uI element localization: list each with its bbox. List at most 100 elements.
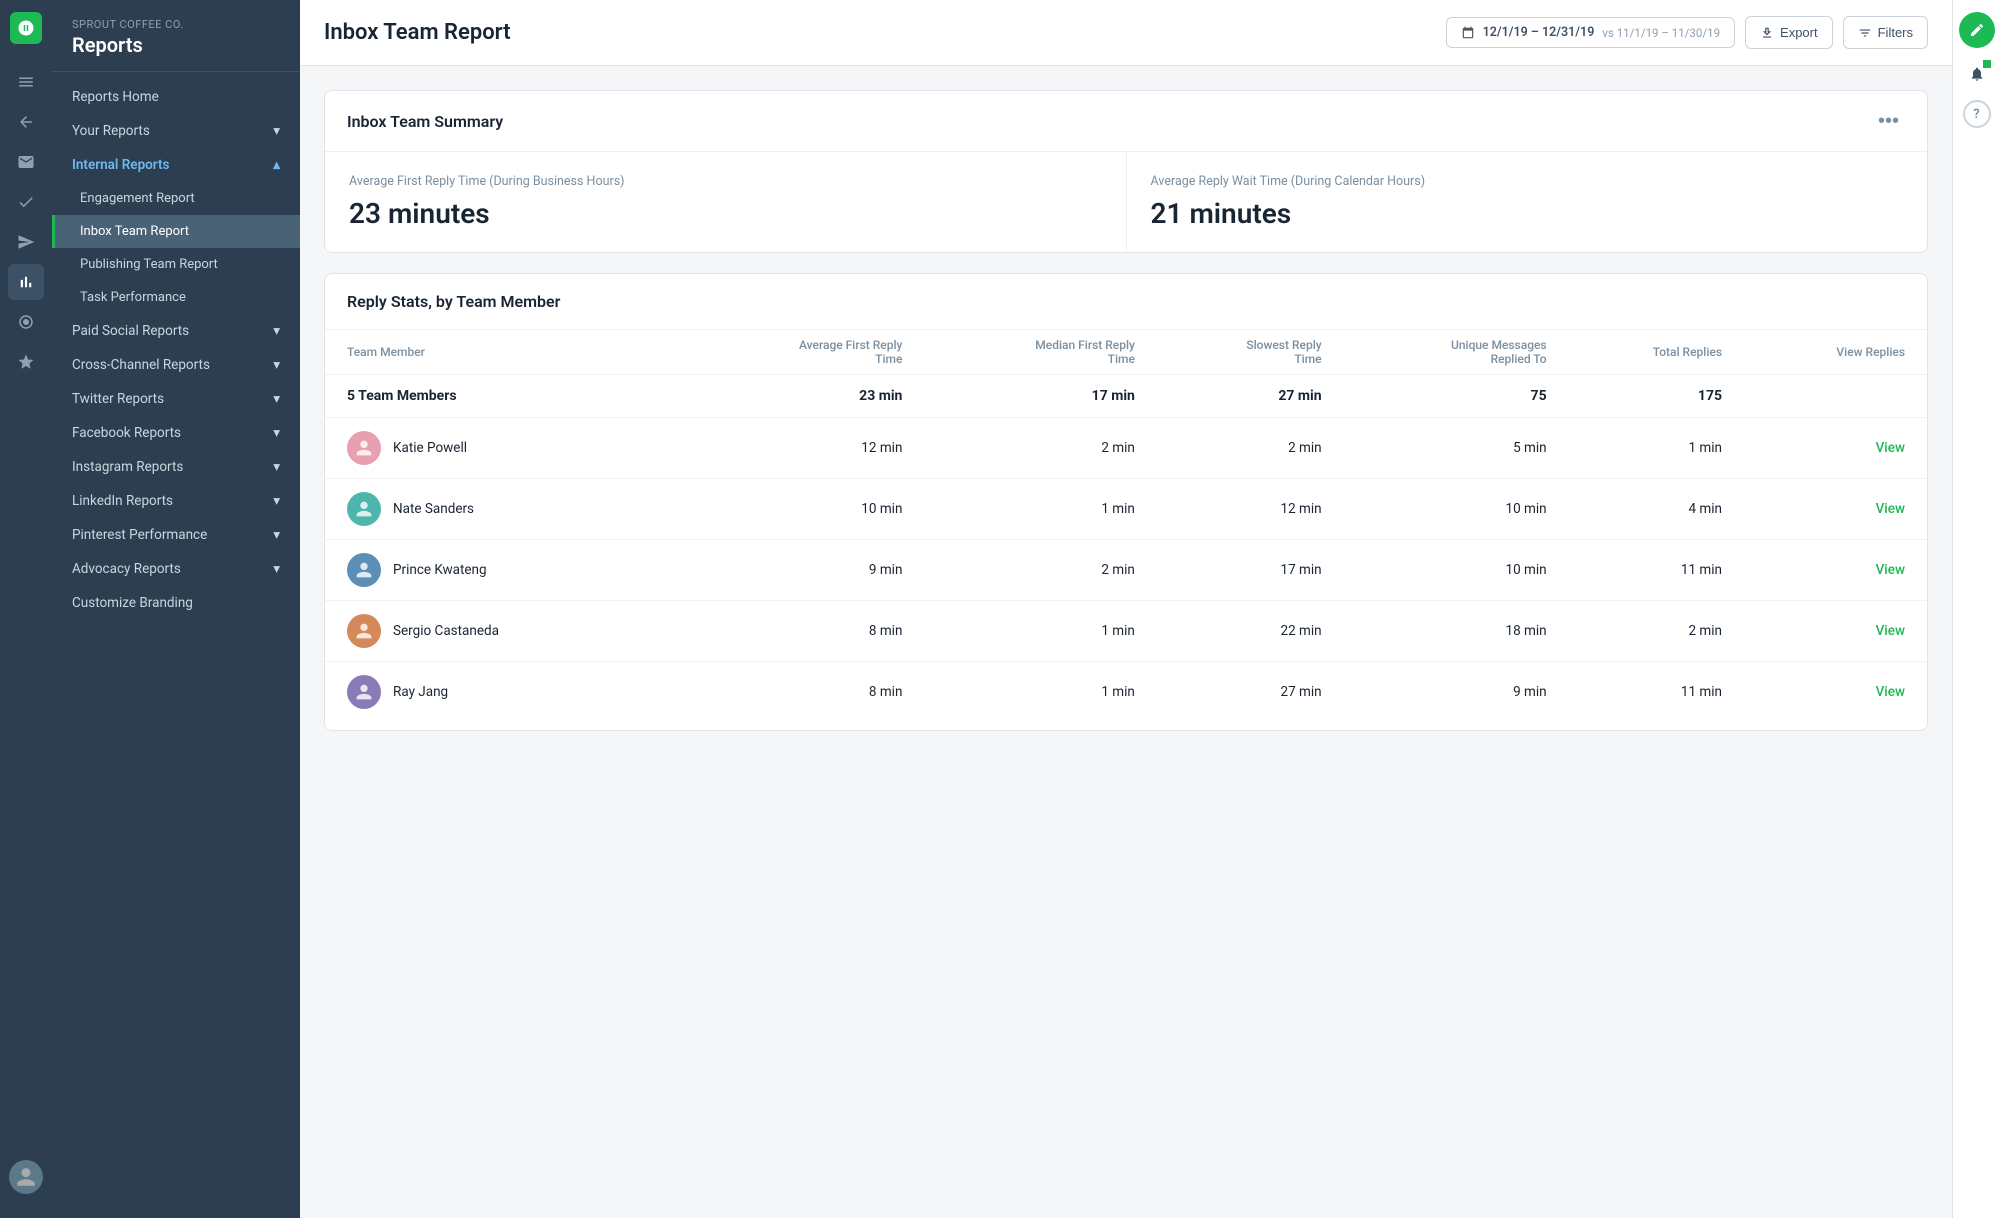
stat-cell: 18 min	[1334, 601, 1559, 662]
summary-total: 175	[1559, 375, 1734, 418]
filters-button[interactable]: Filters	[1843, 16, 1928, 49]
col-view: View Replies	[1734, 330, 1927, 375]
table-wrap: Team Member Average First ReplyTime Medi…	[325, 330, 1927, 730]
sidebar-item-your-reports[interactable]: Your Reports ▾	[52, 114, 300, 148]
sidebar-item-facebook[interactable]: Facebook Reports ▾	[52, 416, 300, 450]
stat-cell: 10 min	[1334, 540, 1559, 601]
stat-cell: 8 min	[675, 601, 915, 662]
stat-cell: 4 min	[1559, 479, 1734, 540]
view-replies-cell: View	[1734, 418, 1927, 479]
view-replies-cell: View	[1734, 479, 1927, 540]
view-replies-cell: View	[1734, 601, 1927, 662]
notifications-button[interactable]	[1959, 56, 1995, 92]
summary-card-title: Inbox Team Summary	[347, 112, 503, 131]
sidebar-item-pinterest[interactable]: Pinterest Performance ▾	[52, 518, 300, 552]
user-avatar-rail[interactable]	[9, 1160, 43, 1194]
sidebar-item-task-performance[interactable]: Task Performance	[52, 281, 300, 314]
stat-cell: 12 min	[1147, 479, 1334, 540]
edit-icon	[1969, 22, 1985, 38]
sidebar-item-instagram[interactable]: Instagram Reports ▾	[52, 450, 300, 484]
stat-cell: 22 min	[1147, 601, 1334, 662]
view-replies-link[interactable]: View	[1876, 684, 1905, 700]
stat-cell: 9 min	[675, 540, 915, 601]
member-cell: Ray Jang	[325, 662, 675, 723]
sidebar-item-internal-reports[interactable]: Internal Reports ▴	[52, 148, 300, 182]
table-card: Reply Stats, by Team Member Team Member …	[324, 273, 1928, 731]
sidebar-item-reports-home[interactable]: Reports Home	[52, 80, 300, 114]
nav-icon-reviews[interactable]	[8, 344, 44, 380]
page-title: Inbox Team Report	[324, 20, 511, 45]
edit-button-wrap	[1959, 12, 1995, 48]
sidebar-item-inbox-team[interactable]: Inbox Team Report	[52, 215, 300, 248]
table-row: Sergio Castaneda 8 min1 min22 min18 min2…	[325, 601, 1927, 662]
nav-icon-compose[interactable]	[8, 64, 44, 100]
nav-icon-tasks[interactable]	[8, 184, 44, 220]
nav-icon-analytics[interactable]	[8, 264, 44, 300]
summary-unique: 75	[1334, 375, 1559, 418]
view-replies-link[interactable]: View	[1876, 623, 1905, 639]
stat-cell: 11 min	[1559, 540, 1734, 601]
metrics-row: Average First Reply Time (During Busines…	[325, 152, 1927, 252]
reply-stats-table: Team Member Average First ReplyTime Medi…	[325, 330, 1927, 722]
sidebar-item-linkedin[interactable]: LinkedIn Reports ▾	[52, 484, 300, 518]
sidebar-item-engagement[interactable]: Engagement Report	[52, 182, 300, 215]
company-name: Sprout Coffee Co.	[72, 18, 280, 31]
metric-avg-first-reply-label: Average First Reply Time (During Busines…	[349, 174, 1102, 189]
sidebar-item-twitter[interactable]: Twitter Reports ▾	[52, 382, 300, 416]
stat-cell: 2 min	[1147, 418, 1334, 479]
nav-icon-notifications[interactable]	[8, 104, 44, 140]
main-content: Inbox Team Report 12/1/19 – 12/31/19 vs …	[300, 0, 1952, 1218]
col-team-member: Team Member	[325, 330, 675, 375]
col-slowest: Slowest ReplyTime	[1147, 330, 1334, 375]
sidebar-item-advocacy[interactable]: Advocacy Reports ▾	[52, 552, 300, 586]
chevron-down-icon: ▾	[273, 323, 280, 339]
stat-cell: 1 min	[1559, 418, 1734, 479]
col-avg-first: Average First ReplyTime	[675, 330, 915, 375]
view-replies-link[interactable]: View	[1876, 440, 1905, 456]
summary-label: 5 Team Members	[325, 375, 675, 418]
table-row: Prince Kwateng 9 min2 min17 min10 min11 …	[325, 540, 1927, 601]
app-title: Reports	[72, 33, 280, 57]
summary-card: Inbox Team Summary ••• Average First Rep…	[324, 90, 1928, 253]
summary-card-menu[interactable]: •••	[1872, 109, 1905, 133]
help-button[interactable]: ?	[1963, 100, 1991, 128]
stat-cell: 17 min	[1147, 540, 1334, 601]
sidebar-item-cross-channel[interactable]: Cross-Channel Reports ▾	[52, 348, 300, 382]
export-icon	[1760, 26, 1774, 40]
metric-avg-wait-time: Average Reply Wait Time (During Calendar…	[1127, 152, 1928, 252]
notifications-button-wrap	[1959, 56, 1995, 92]
nav-icon-publish[interactable]	[8, 224, 44, 260]
summary-view	[1734, 375, 1927, 418]
view-replies-link[interactable]: View	[1876, 501, 1905, 517]
sidebar: Sprout Coffee Co. Reports Reports Home Y…	[52, 0, 300, 1218]
export-button[interactable]: Export	[1745, 16, 1833, 49]
stat-cell: 1 min	[914, 601, 1146, 662]
summary-avg-first: 23 min	[675, 375, 915, 418]
notification-badge	[1983, 60, 1991, 68]
topbar: Inbox Team Report 12/1/19 – 12/31/19 vs …	[300, 0, 1952, 66]
chevron-down-icon: ▾	[273, 123, 280, 139]
stat-cell: 27 min	[1147, 662, 1334, 723]
table-summary-row: 5 Team Members 23 min 17 min 27 min 75 1…	[325, 375, 1927, 418]
chevron-down-icon: ▾	[273, 357, 280, 373]
view-replies-cell: View	[1734, 662, 1927, 723]
right-rail: ?	[1952, 0, 2000, 1218]
sidebar-item-customize-branding[interactable]: Customize Branding	[52, 586, 300, 620]
member-cell: Katie Powell	[325, 418, 675, 479]
nav-icon-inbox[interactable]	[8, 144, 44, 180]
stat-cell: 1 min	[914, 662, 1146, 723]
nav-icon-listening[interactable]	[8, 304, 44, 340]
view-replies-link[interactable]: View	[1876, 562, 1905, 578]
date-range-picker[interactable]: 12/1/19 – 12/31/19 vs 11/1/19 – 11/30/19	[1446, 17, 1735, 48]
view-replies-cell: View	[1734, 540, 1927, 601]
stat-cell: 9 min	[1334, 662, 1559, 723]
sidebar-item-paid-social[interactable]: Paid Social Reports ▾	[52, 314, 300, 348]
table-row: Ray Jang 8 min1 min27 min9 min11 minView	[325, 662, 1927, 723]
table-card-title: Reply Stats, by Team Member	[347, 292, 560, 311]
table-row: Nate Sanders 10 min1 min12 min10 min4 mi…	[325, 479, 1927, 540]
stat-cell: 8 min	[675, 662, 915, 723]
sidebar-item-publishing-team[interactable]: Publishing Team Report	[52, 248, 300, 281]
summary-median-first: 17 min	[914, 375, 1146, 418]
edit-button[interactable]	[1959, 12, 1995, 48]
chevron-down-icon: ▾	[273, 527, 280, 543]
